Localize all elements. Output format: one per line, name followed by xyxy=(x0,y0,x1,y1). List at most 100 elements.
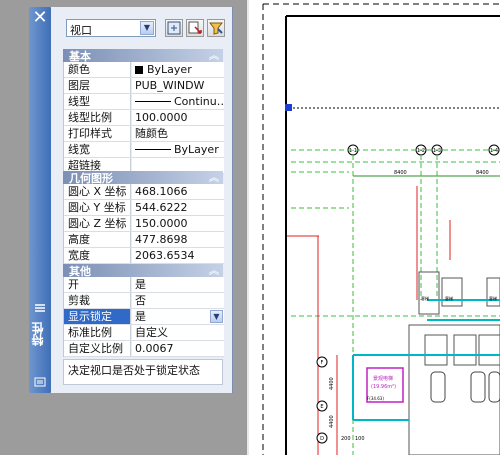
drawing-canvas[interactable]: 1-1 1-2 1-3 1-4 8400 8400 景观电梯 (19.96m²)… xyxy=(249,0,500,455)
property-label: 标准比例 xyxy=(64,325,131,340)
quick-select-button[interactable] xyxy=(207,19,225,37)
cad-drawing[interactable]: 1-1 1-2 1-3 1-4 8400 8400 景观电梯 (19.96m²)… xyxy=(249,0,500,455)
property-value[interactable]: 随颜色 xyxy=(132,126,224,141)
property-row-center-z[interactable]: 圆心 Z 坐标 150.0000 xyxy=(64,216,224,232)
property-label: 颜色 xyxy=(64,62,131,77)
dim-label: 4400 xyxy=(329,377,335,390)
toggle-pickadd-button[interactable] xyxy=(165,19,183,37)
axis-label: 1-1 xyxy=(349,148,357,154)
section-misc[interactable]: 其他 ︽ xyxy=(63,262,223,278)
property-value[interactable]: 100.0000 xyxy=(132,110,224,125)
property-value-text: ByLayer xyxy=(174,143,219,156)
dim-label: 8400 xyxy=(476,170,489,176)
section-geometry[interactable]: 几何图形 ︽ xyxy=(63,169,223,185)
property-label: 线型 xyxy=(64,94,131,109)
close-icon[interactable]: ✕ xyxy=(32,9,48,27)
property-label: 线型比例 xyxy=(64,110,131,125)
room-sub: (19.96m²) xyxy=(371,384,396,390)
properties-palette: 视口 ▼ 基本 ︽ 颜色 ByLayer 图层 PUB_WINDW 线型 Con… xyxy=(51,7,233,393)
property-value-color[interactable]: ByLayer xyxy=(132,62,224,77)
property-row-ltscale[interactable]: 线型比例 100.0000 xyxy=(64,110,224,126)
geometry-properties-grid: 圆心 X 坐标 468.1066 圆心 Y 坐标 544.6222 圆心 Z 坐… xyxy=(63,184,224,264)
property-value-text: Continu… xyxy=(174,95,224,108)
dim-label: 4400 xyxy=(329,415,335,428)
property-value-text: 是 xyxy=(135,310,146,323)
axis-label: D xyxy=(320,436,324,442)
general-properties-grid: 颜色 ByLayer 图层 PUB_WINDW 线型 Continu… 线型比例… xyxy=(63,62,224,174)
dim-label: 100 xyxy=(355,436,365,442)
collapse-icon[interactable]: ︽ xyxy=(209,169,219,184)
property-label: 剪裁 xyxy=(64,293,131,308)
property-value-text: ByLayer xyxy=(147,63,192,76)
property-row-clip[interactable]: 剪裁 否 xyxy=(64,293,224,309)
property-value[interactable]: 2063.6534 xyxy=(132,248,224,263)
axis-label: F xyxy=(321,360,324,366)
property-value[interactable]: 是 xyxy=(132,277,224,292)
viewport-grip[interactable] xyxy=(285,104,292,111)
property-value[interactable]: 0.0067 xyxy=(132,341,224,356)
property-label: 圆心 Z 坐标 xyxy=(64,216,131,231)
select-objects-icon xyxy=(188,21,202,34)
property-row-standard-scale[interactable]: 标准比例 自定义 xyxy=(64,325,224,341)
property-label: 宽度 xyxy=(64,248,131,263)
dim-label: 200 xyxy=(341,436,351,442)
property-label: 图层 xyxy=(64,78,131,93)
palette-toolbar: 视口 ▼ xyxy=(51,7,232,41)
property-value[interactable]: 自定义 xyxy=(132,325,224,340)
property-row-on[interactable]: 开 是 xyxy=(64,277,224,293)
palette-title-bar[interactable]: ✕ 特性 xyxy=(29,7,51,393)
pickadd-icon xyxy=(167,21,181,35)
autohide-icon[interactable] xyxy=(34,303,46,313)
property-value-lineweight[interactable]: ByLayer xyxy=(132,142,224,157)
property-value[interactable]: 否 xyxy=(132,293,224,308)
palette-title: 特性 xyxy=(31,322,45,346)
property-row-lineweight[interactable]: 线宽 ByLayer xyxy=(64,142,224,158)
parking-cars xyxy=(430,371,500,403)
quick-select-icon xyxy=(208,22,224,35)
section-general[interactable]: 基本 ︽ xyxy=(63,47,223,63)
property-row-width[interactable]: 宽度 2063.6534 xyxy=(64,248,224,264)
property-label: 开 xyxy=(64,277,131,292)
property-value[interactable]: 468.1066 xyxy=(132,184,224,199)
property-label: 高度 xyxy=(64,232,131,247)
chevron-down-icon[interactable]: ▼ xyxy=(210,310,223,323)
property-row-center-x[interactable]: 圆心 X 坐标 468.1066 xyxy=(64,184,224,200)
property-row-display-locked[interactable]: 显示锁定 是 ▼ xyxy=(64,309,224,325)
red-lines xyxy=(287,186,451,455)
property-row-custom-scale[interactable]: 自定义比例 0.0067 xyxy=(64,341,224,357)
chevron-down-icon[interactable]: ▼ xyxy=(140,21,154,35)
line-sample-icon xyxy=(135,101,171,102)
room-key: 客梯 xyxy=(445,295,453,301)
axis-label: 1-4 xyxy=(490,148,498,154)
dim-label: 8400 xyxy=(394,170,407,176)
property-value[interactable]: PUB_WINDW xyxy=(132,78,224,93)
property-label: 打印样式 xyxy=(64,126,131,141)
property-row-linetype[interactable]: 线型 Continu… xyxy=(64,94,224,110)
properties-menu-icon[interactable] xyxy=(34,377,46,387)
line-sample-icon xyxy=(135,149,171,150)
display-locked-dropdown[interactable]: 是 ▼ xyxy=(132,309,224,324)
object-type-value: 视口 xyxy=(70,24,92,37)
collapse-icon[interactable]: ︽ xyxy=(209,262,219,277)
property-value[interactable]: 150.0000 xyxy=(132,216,224,231)
room-key: 客梯 xyxy=(489,295,497,301)
collapse-icon[interactable]: ︽ xyxy=(209,47,219,62)
property-row-color[interactable]: 颜色 ByLayer xyxy=(64,62,224,78)
property-label: 显示锁定 xyxy=(64,309,131,324)
misc-properties-grid: 开 是 剪裁 否 显示锁定 是 ▼ 标准比例 自定义 自定义比例 0.0067 xyxy=(63,277,224,357)
property-value-linetype[interactable]: Continu… xyxy=(132,94,224,109)
property-row-center-y[interactable]: 圆心 Y 坐标 544.6222 xyxy=(64,200,224,216)
property-row-plotstyle[interactable]: 打印样式 随颜色 xyxy=(64,126,224,142)
axis-label: E xyxy=(320,404,323,410)
property-label: 线宽 xyxy=(64,142,131,157)
property-row-layer[interactable]: 图层 PUB_WINDW xyxy=(64,78,224,94)
property-value[interactable]: 477.8698 xyxy=(132,232,224,247)
property-description: 决定视口是否处于锁定状态 xyxy=(63,359,223,385)
select-objects-button[interactable] xyxy=(186,19,204,37)
property-row-height[interactable]: 高度 477.8698 xyxy=(64,232,224,248)
tag-label: F(34.63) xyxy=(367,396,384,401)
property-value[interactable]: 544.6222 xyxy=(132,200,224,215)
room-key: 客梯 xyxy=(421,295,429,301)
property-label: 圆心 Y 坐标 xyxy=(64,200,131,215)
object-type-dropdown[interactable]: 视口 ▼ xyxy=(66,19,156,37)
